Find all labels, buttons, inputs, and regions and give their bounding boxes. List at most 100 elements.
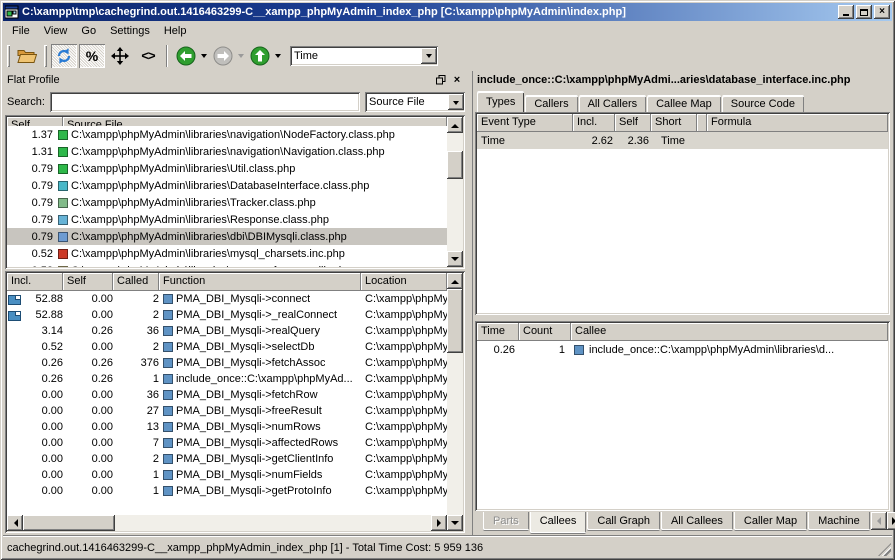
expand-areas-button[interactable] (107, 44, 133, 68)
detail-bottom-tab[interactable]: Caller Map (734, 512, 807, 531)
menu-item[interactable]: Settings (103, 23, 157, 39)
chevron-down-icon (426, 54, 432, 61)
scroll-down-button[interactable] (447, 515, 463, 531)
back-button[interactable] (173, 44, 199, 68)
function-row[interactable]: 0.00 0.00 1 PMA_DBI_Mysqli->getProtoInfo… (7, 483, 447, 499)
detail-tab[interactable]: Types (477, 91, 524, 112)
detail-bottom-tab[interactable]: Call Graph (587, 512, 660, 531)
source-file-row[interactable]: 0.79 C:\xampp\phpMyAdmin\libraries\dbi\D… (7, 228, 447, 245)
function-row[interactable]: 0.00 0.00 2 PMA_DBI_Mysqli->getClientInf… (7, 451, 447, 467)
detail-tab[interactable]: Callers (525, 95, 577, 112)
function-row[interactable]: 0.00 0.00 7 PMA_DBI_Mysqli->affectedRows… (7, 435, 447, 451)
function-table-hscrollbar[interactable] (7, 515, 447, 531)
scroll-left-button[interactable] (7, 515, 23, 531)
window-title: C:\xampp\tmp\cachegrind.out.1416463299-C… (22, 6, 834, 18)
detail-bottom-tab[interactable]: All Callees (661, 512, 733, 531)
function-row[interactable]: 0.52 0.00 2 PMA_DBI_Mysqli->selectDb C:\… (7, 339, 447, 355)
detail-tab[interactable]: All Callers (579, 95, 647, 112)
title-bar[interactable]: C:\xampp\tmp\cachegrind.out.1416463299-C… (3, 3, 892, 21)
source-file-row[interactable]: 0.52 C:\xampp\phpMyAdmin\libraries\user_… (7, 262, 447, 267)
detail-tab[interactable]: Source Code (722, 95, 804, 112)
menu-item[interactable]: File (5, 23, 37, 39)
scroll-up-button[interactable] (447, 273, 463, 289)
source-file-row[interactable]: 0.52 C:\xampp\phpMyAdmin\libraries\mysql… (7, 245, 447, 262)
detail-bottom-tab[interactable]: Parts (483, 512, 529, 531)
detail-bottom-tab[interactable]: Callees (530, 512, 587, 534)
function-row[interactable]: 52.88 0.00 2 PMA_DBI_Mysqli->_realConnec… (7, 307, 447, 323)
callee-row[interactable]: 0.26 1 include_once::C:\xampp\phpMyAdmin… (477, 341, 888, 358)
column-header-time[interactable]: Time (477, 323, 519, 341)
relative-to-parent-button[interactable]: <> (135, 44, 161, 68)
dock-close-button[interactable]: × (449, 73, 465, 87)
column-header-function[interactable]: Function (159, 273, 361, 291)
scroll-right-button[interactable] (431, 515, 447, 531)
function-row[interactable]: 0.00 0.00 36 PMA_DBI_Mysqli->fetchRow C:… (7, 387, 447, 403)
column-header-self[interactable]: Self (615, 114, 651, 132)
menu-item[interactable]: View (37, 23, 75, 39)
scroll-up-button[interactable] (447, 117, 463, 133)
detail-bottom-tab[interactable]: Machine (808, 512, 870, 531)
relative-percent-button[interactable]: % (79, 44, 105, 68)
function-row[interactable]: 3.14 0.26 36 PMA_DBI_Mysqli->realQuery C… (7, 323, 447, 339)
forward-button[interactable] (210, 44, 236, 68)
source-file-row[interactable]: 1.37 C:\xampp\phpMyAdmin\libraries\navig… (7, 126, 447, 143)
scrollbar-thumb[interactable] (447, 289, 463, 353)
toolbar-grip-2[interactable] (44, 45, 47, 67)
dock-header[interactable]: Flat Profile × (3, 71, 467, 89)
close-button[interactable]: × (874, 5, 890, 19)
dock-float-button[interactable] (433, 73, 449, 87)
function-row[interactable]: 0.26 0.26 1 include_once::C:\xampp\phpMy… (7, 371, 447, 387)
source-table-vscrollbar[interactable] (447, 117, 463, 267)
forward-dropdown-caret[interactable] (238, 54, 244, 61)
column-header-incl[interactable]: Incl. (573, 114, 615, 132)
tab-scroll-left-button[interactable] (871, 512, 887, 530)
up-button[interactable] (247, 44, 273, 68)
event-type-combobox[interactable]: Time (290, 46, 438, 66)
search-input[interactable] (50, 92, 360, 112)
column-header-callee[interactable]: Callee (571, 323, 888, 341)
column-header-formula[interactable]: Formula (707, 114, 888, 132)
function-row[interactable]: 0.26 0.26 376 PMA_DBI_Mysqli->fetchAssoc… (7, 355, 447, 371)
function-row[interactable]: 52.88 0.00 2 PMA_DBI_Mysqli->connect C:\… (7, 291, 447, 307)
grouping-drop-button[interactable] (448, 94, 464, 110)
source-file-row[interactable]: 0.79 C:\xampp\phpMyAdmin\libraries\Datab… (7, 177, 447, 194)
toolbar-grip[interactable] (7, 45, 10, 67)
detail-tab[interactable]: Callee Map (647, 95, 721, 112)
scrollbar-thumb[interactable] (23, 515, 115, 531)
back-dropdown-caret[interactable] (201, 54, 207, 61)
function-table-vscrollbar[interactable] (447, 273, 463, 531)
up-dropdown-caret[interactable] (275, 54, 281, 61)
scroll-down-button[interactable] (447, 251, 463, 267)
menu-item[interactable]: Help (157, 23, 194, 39)
column-header-self[interactable]: Self (63, 273, 113, 291)
source-file-row[interactable]: 0.79 C:\xampp\phpMyAdmin\libraries\Util.… (7, 160, 447, 177)
cycle-detection-button[interactable] (51, 44, 77, 68)
folder-open-icon (17, 48, 37, 64)
scrollbar-thumb[interactable] (447, 151, 463, 179)
cost-color-icon (58, 147, 68, 157)
search-label: Search: (7, 96, 45, 108)
column-header-spacer[interactable] (697, 114, 707, 132)
combobox-drop-button[interactable] (421, 48, 437, 64)
column-header-short[interactable]: Short (651, 114, 697, 132)
column-header-called[interactable]: Called (113, 273, 159, 291)
function-row[interactable]: 0.00 0.00 13 PMA_DBI_Mysqli->numRows C:\… (7, 419, 447, 435)
callee-rows: 0.26 1 include_once::C:\xampp\phpMyAdmin… (477, 341, 888, 509)
column-header-event-type[interactable]: Event Type (477, 114, 573, 132)
maximize-button[interactable] (856, 5, 872, 19)
function-row[interactable]: 0.00 0.00 1 PMA_DBI_Mysqli->numFields C:… (7, 467, 447, 483)
column-header-count[interactable]: Count (519, 323, 571, 341)
column-header-incl[interactable]: Incl. (7, 273, 63, 291)
source-file-row[interactable]: 0.79 C:\xampp\phpMyAdmin\libraries\Track… (7, 194, 447, 211)
grouping-combobox[interactable]: Source File (365, 92, 465, 112)
minimize-button[interactable] (838, 5, 854, 19)
column-header-location[interactable]: Location (361, 273, 447, 291)
event-type-row[interactable]: Time 2.62 2.36 Time (477, 132, 888, 149)
open-file-button[interactable] (14, 44, 40, 68)
tab-scroll-right-button[interactable] (887, 512, 895, 530)
source-file-row[interactable]: 1.31 C:\xampp\phpMyAdmin\libraries\navig… (7, 143, 447, 160)
refresh-icon (55, 47, 73, 65)
menu-item[interactable]: Go (74, 23, 103, 39)
function-row[interactable]: 0.00 0.00 27 PMA_DBI_Mysqli->freeResult … (7, 403, 447, 419)
source-file-row[interactable]: 0.79 C:\xampp\phpMyAdmin\libraries\Respo… (7, 211, 447, 228)
